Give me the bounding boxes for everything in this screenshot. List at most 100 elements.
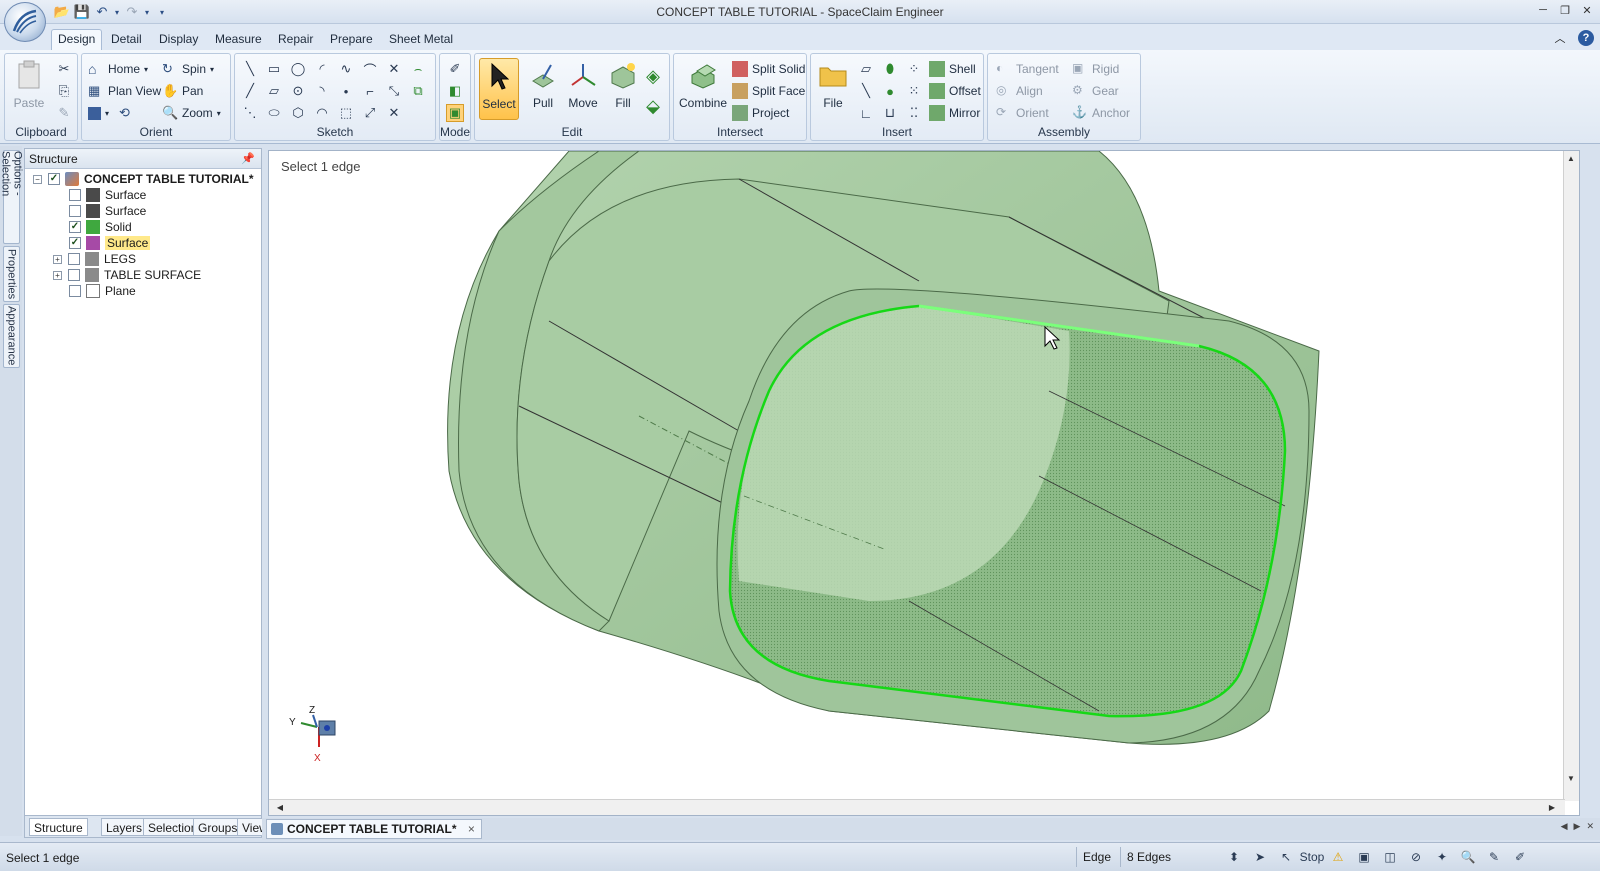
next-document-icon[interactable]: ▶	[1574, 821, 1581, 832]
corner-icon[interactable]: ⌐	[361, 82, 379, 100]
tab-structure[interactable]: Structure	[29, 818, 88, 836]
minimize-ribbon-icon[interactable]: ︿	[1552, 30, 1568, 46]
origin-insert-icon[interactable]: ∟	[857, 104, 875, 122]
tab-display[interactable]: Display	[153, 30, 204, 48]
replace-icon[interactable]: ⬙	[641, 94, 665, 118]
zoom-button[interactable]: 🔍 Zoom ▾	[162, 103, 221, 123]
move-button[interactable]: Move	[563, 58, 603, 120]
polygon-tool-icon[interactable]: ⬡	[289, 104, 307, 122]
tree-item-table-surface[interactable]: + TABLE SURFACE	[53, 267, 201, 283]
fill-button[interactable]: Fill	[603, 58, 643, 120]
tab-sheet-metal[interactable]: Sheet Metal	[383, 30, 459, 48]
stop-button[interactable]: Stop	[1300, 848, 1325, 866]
arc-tool-icon[interactable]: ◜	[313, 60, 331, 78]
scroll-right-icon[interactable]: ▶	[1545, 800, 1559, 814]
visibility-checkbox[interactable]: ✓	[48, 173, 60, 185]
sketch-status-icon[interactable]: ✎	[1485, 848, 1503, 866]
rectangle-tool-icon[interactable]: ▭	[265, 60, 283, 78]
select-button[interactable]: Select	[479, 58, 519, 120]
axis-insert-icon[interactable]: ╲	[857, 82, 875, 100]
project-button[interactable]: Project	[732, 103, 789, 123]
file-button[interactable]: File	[813, 58, 853, 120]
tab-design[interactable]: Design	[51, 29, 103, 50]
copy-icon[interactable]: ⎘	[55, 82, 73, 100]
close-document-icon[interactable]: ✕	[1586, 821, 1594, 832]
warning-icon[interactable]: ⚠	[1329, 848, 1347, 866]
horizontal-scrollbar[interactable]: ◀ ▶	[269, 799, 1565, 815]
visibility-checkbox[interactable]: ✓	[69, 237, 81, 249]
construction-line-icon[interactable]: ⋱	[241, 104, 259, 122]
offset-curve-icon[interactable]: ⧉	[409, 82, 427, 100]
anchor-button[interactable]: ⚓ Anchor	[1072, 103, 1130, 123]
tree-item-plane[interactable]: Plane	[69, 283, 136, 299]
ellipse-tool-icon[interactable]: ⬭	[265, 104, 283, 122]
snap-icon[interactable]: ⊘	[1407, 848, 1425, 866]
zoom-status-icon[interactable]: 🔍	[1459, 848, 1477, 866]
sweep-arc-icon[interactable]: ◝	[313, 82, 331, 100]
align-button[interactable]: ◎ Align	[996, 81, 1043, 101]
model-canvas[interactable]	[269, 151, 1565, 801]
render-icon[interactable]: ✦	[1433, 848, 1451, 866]
sketch-mode-icon[interactable]: ✐	[446, 60, 464, 78]
close-tab-icon[interactable]: ×	[468, 822, 475, 836]
tab-detail[interactable]: Detail	[105, 30, 148, 48]
expand-icon[interactable]: +	[53, 254, 62, 264]
grid-pattern-icon[interactable]: ⁚⁚	[905, 104, 923, 122]
shell-button[interactable]: Shell	[929, 59, 976, 79]
expand-icon[interactable]: +	[53, 270, 62, 280]
gear-button[interactable]: ⚙ Gear	[1072, 81, 1119, 101]
tangent-arc-icon[interactable]: ⌒	[361, 60, 379, 78]
3d-mode-icon[interactable]: ▣	[446, 104, 464, 122]
offset-button[interactable]: Offset	[929, 81, 981, 101]
cut-icon[interactable]: ✂	[55, 60, 73, 78]
view-style-icon[interactable]: ◫	[1381, 848, 1399, 866]
minimize-icon[interactable]: ─	[1534, 2, 1552, 18]
section-mode-icon[interactable]: ◧	[446, 82, 464, 100]
visibility-checkbox[interactable]	[69, 285, 81, 297]
circle-tool-icon[interactable]: ◯	[289, 60, 307, 78]
split-solid-button[interactable]: Split Solid	[732, 59, 805, 79]
select-mode-icon[interactable]: ⬍	[1225, 848, 1243, 866]
3d-viewport[interactable]: Select 1 edge Y Z X ▲ ▼ ◀ ▶	[268, 150, 1580, 816]
cursor-select-icon[interactable]: ➤	[1251, 848, 1269, 866]
line-tool-icon[interactable]: ╲	[241, 60, 259, 78]
trim-tool-icon[interactable]: ✕	[385, 60, 403, 78]
plan-view-button[interactable]: ▦ Plan View	[88, 81, 161, 101]
scroll-down-icon[interactable]: ▼	[1564, 771, 1578, 785]
split-face-button[interactable]: Split Face	[732, 81, 805, 101]
tangent-button[interactable]: ◐ Tangent	[996, 59, 1059, 79]
home-button[interactable]: ⌂ Home ▾	[88, 59, 148, 79]
tab-repair[interactable]: Repair	[272, 30, 319, 48]
pin-icon[interactable]: 📌	[241, 152, 255, 165]
tangent-line-icon[interactable]: ╱	[241, 82, 259, 100]
app-menu-button[interactable]	[4, 2, 46, 42]
pan-button[interactable]: ✋ Pan	[162, 81, 203, 101]
paste-button[interactable]: Paste	[9, 58, 49, 120]
tree-item-surface-2[interactable]: Surface	[69, 203, 146, 219]
tab-prepare[interactable]: Prepare	[324, 30, 379, 48]
visibility-checkbox[interactable]: ✓	[69, 221, 81, 233]
combine-button[interactable]: Combine	[678, 58, 728, 120]
mirror-button[interactable]: Mirror	[929, 103, 980, 123]
three-point-circle-icon[interactable]: ⊙	[289, 82, 307, 100]
three-point-arc-icon[interactable]: ◠	[313, 104, 331, 122]
visibility-checkbox[interactable]	[68, 253, 80, 265]
tab-measure[interactable]: Measure	[209, 30, 268, 48]
document-tab[interactable]: CONCEPT TABLE TUTORIAL* ×	[266, 819, 482, 839]
split-line-icon[interactable]: ⤡	[385, 82, 403, 100]
three-point-rect-icon[interactable]: ▱	[265, 82, 283, 100]
bend-tool-icon[interactable]: ⌢	[409, 60, 427, 78]
profile-icon[interactable]: ⊔	[881, 104, 899, 122]
visibility-checkbox[interactable]	[69, 205, 81, 217]
tree-item-surface-3[interactable]: ✓ Surface	[69, 235, 151, 251]
maximize-icon[interactable]: ❐	[1556, 2, 1574, 18]
blend-icon[interactable]: ◈	[641, 64, 665, 88]
selection-filter[interactable]: Edge	[1076, 847, 1117, 867]
tab-groups[interactable]: Groups	[193, 818, 243, 836]
tree-root[interactable]: − ✓ CONCEPT TABLE TUTORIAL*	[33, 171, 254, 187]
extend-icon[interactable]: ⤢	[361, 104, 379, 122]
scroll-left-icon[interactable]: ◀	[273, 800, 287, 814]
pen-status-icon[interactable]: ✐	[1511, 848, 1529, 866]
close-icon[interactable]: ✕	[1578, 2, 1596, 18]
visibility-checkbox[interactable]	[69, 189, 81, 201]
